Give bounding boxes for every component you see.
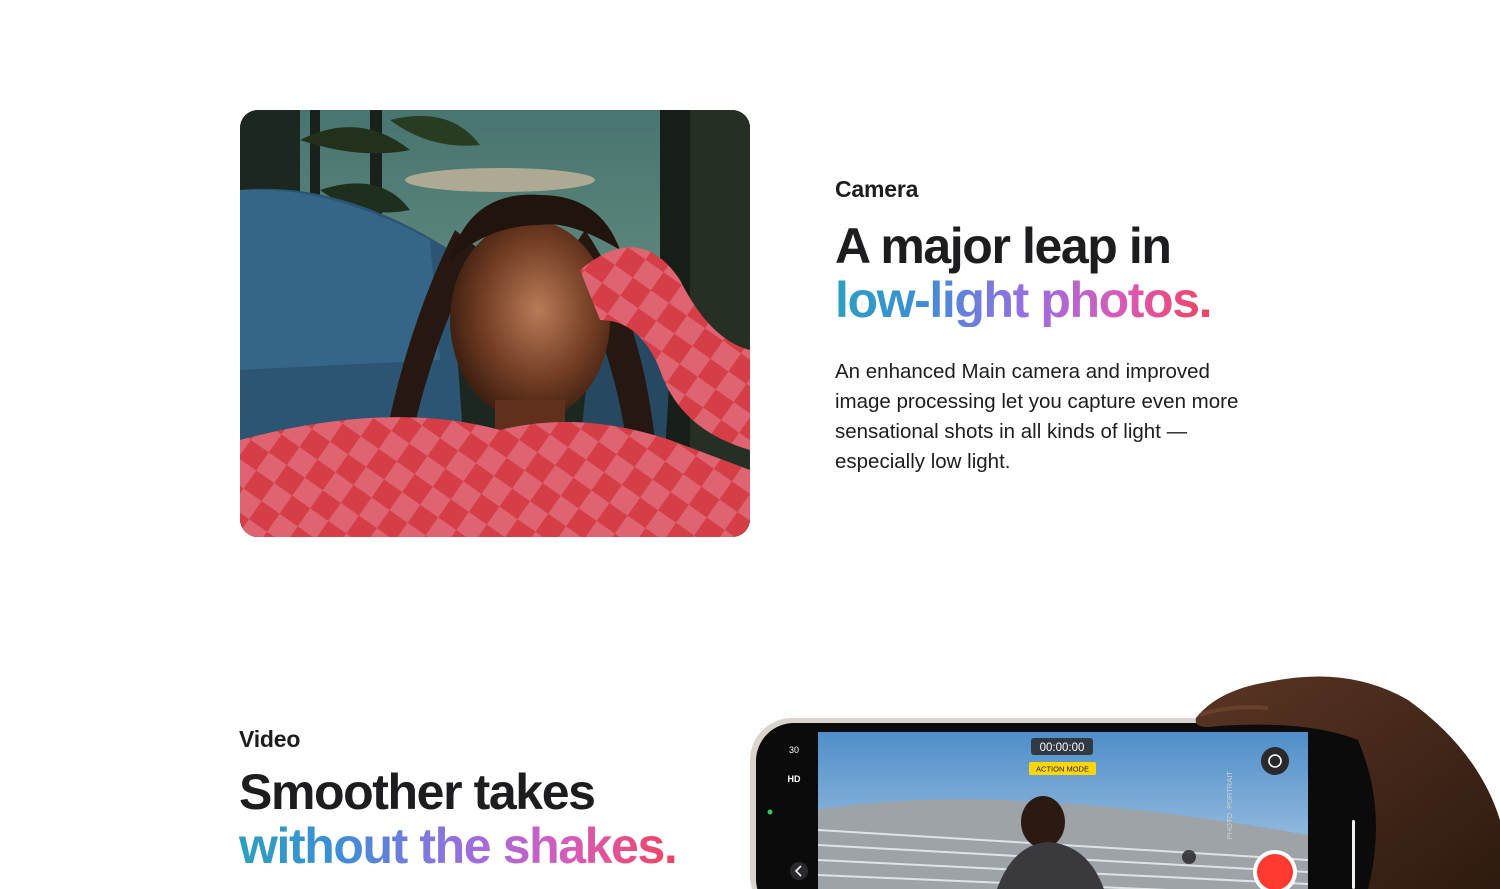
camera-indicator-dot (767, 809, 773, 815)
camera-headline: A major leap in low-light photos. (835, 219, 1255, 327)
low-light-portrait-photo (240, 110, 750, 537)
phone-illustration: 30 HD 00:00:00 ACTION MODE PORTRAIT PHOT… (750, 676, 1500, 889)
home-indicator (1352, 820, 1355, 889)
camera-headline-line2: low-light photos. (835, 272, 1213, 328)
recording-timer: 00:00:00 (1040, 742, 1085, 754)
phone-action-mode-image: 30 HD 00:00:00 ACTION MODE PORTRAIT PHOT… (748, 660, 1500, 889)
camera-body-copy: An enhanced Main camera and improved ima… (835, 360, 1239, 473)
chevron-left-icon[interactable] (790, 862, 808, 880)
mode-portrait[interactable]: PORTRAIT (1225, 771, 1234, 809)
video-headline: Smoother takes without the shakes. (239, 765, 719, 873)
video-headline-line2: without the shakes. (239, 818, 678, 874)
quality-label[interactable]: HD (788, 774, 801, 784)
action-mode-label: ACTION MODE (1036, 765, 1089, 774)
camera-feature-copy: Camera A major leap in low-light photos.… (835, 176, 1255, 477)
video-feature-copy: Video Smoother takes without the shakes. (239, 726, 719, 873)
video-eyebrow: Video (239, 726, 301, 752)
record-button-core (1257, 854, 1293, 889)
mode-photo[interactable]: PHOTO (1225, 813, 1234, 840)
camera-headline-line1: A major leap in (835, 218, 1172, 274)
portrait-illustration (240, 110, 750, 537)
zoom-indicator[interactable] (1182, 850, 1196, 864)
flip-camera-icon[interactable] (1261, 747, 1289, 775)
video-headline-line1: Smoother takes (239, 764, 596, 820)
frame-rate-label[interactable]: 30 (789, 745, 799, 755)
camera-eyebrow: Camera (835, 176, 919, 202)
